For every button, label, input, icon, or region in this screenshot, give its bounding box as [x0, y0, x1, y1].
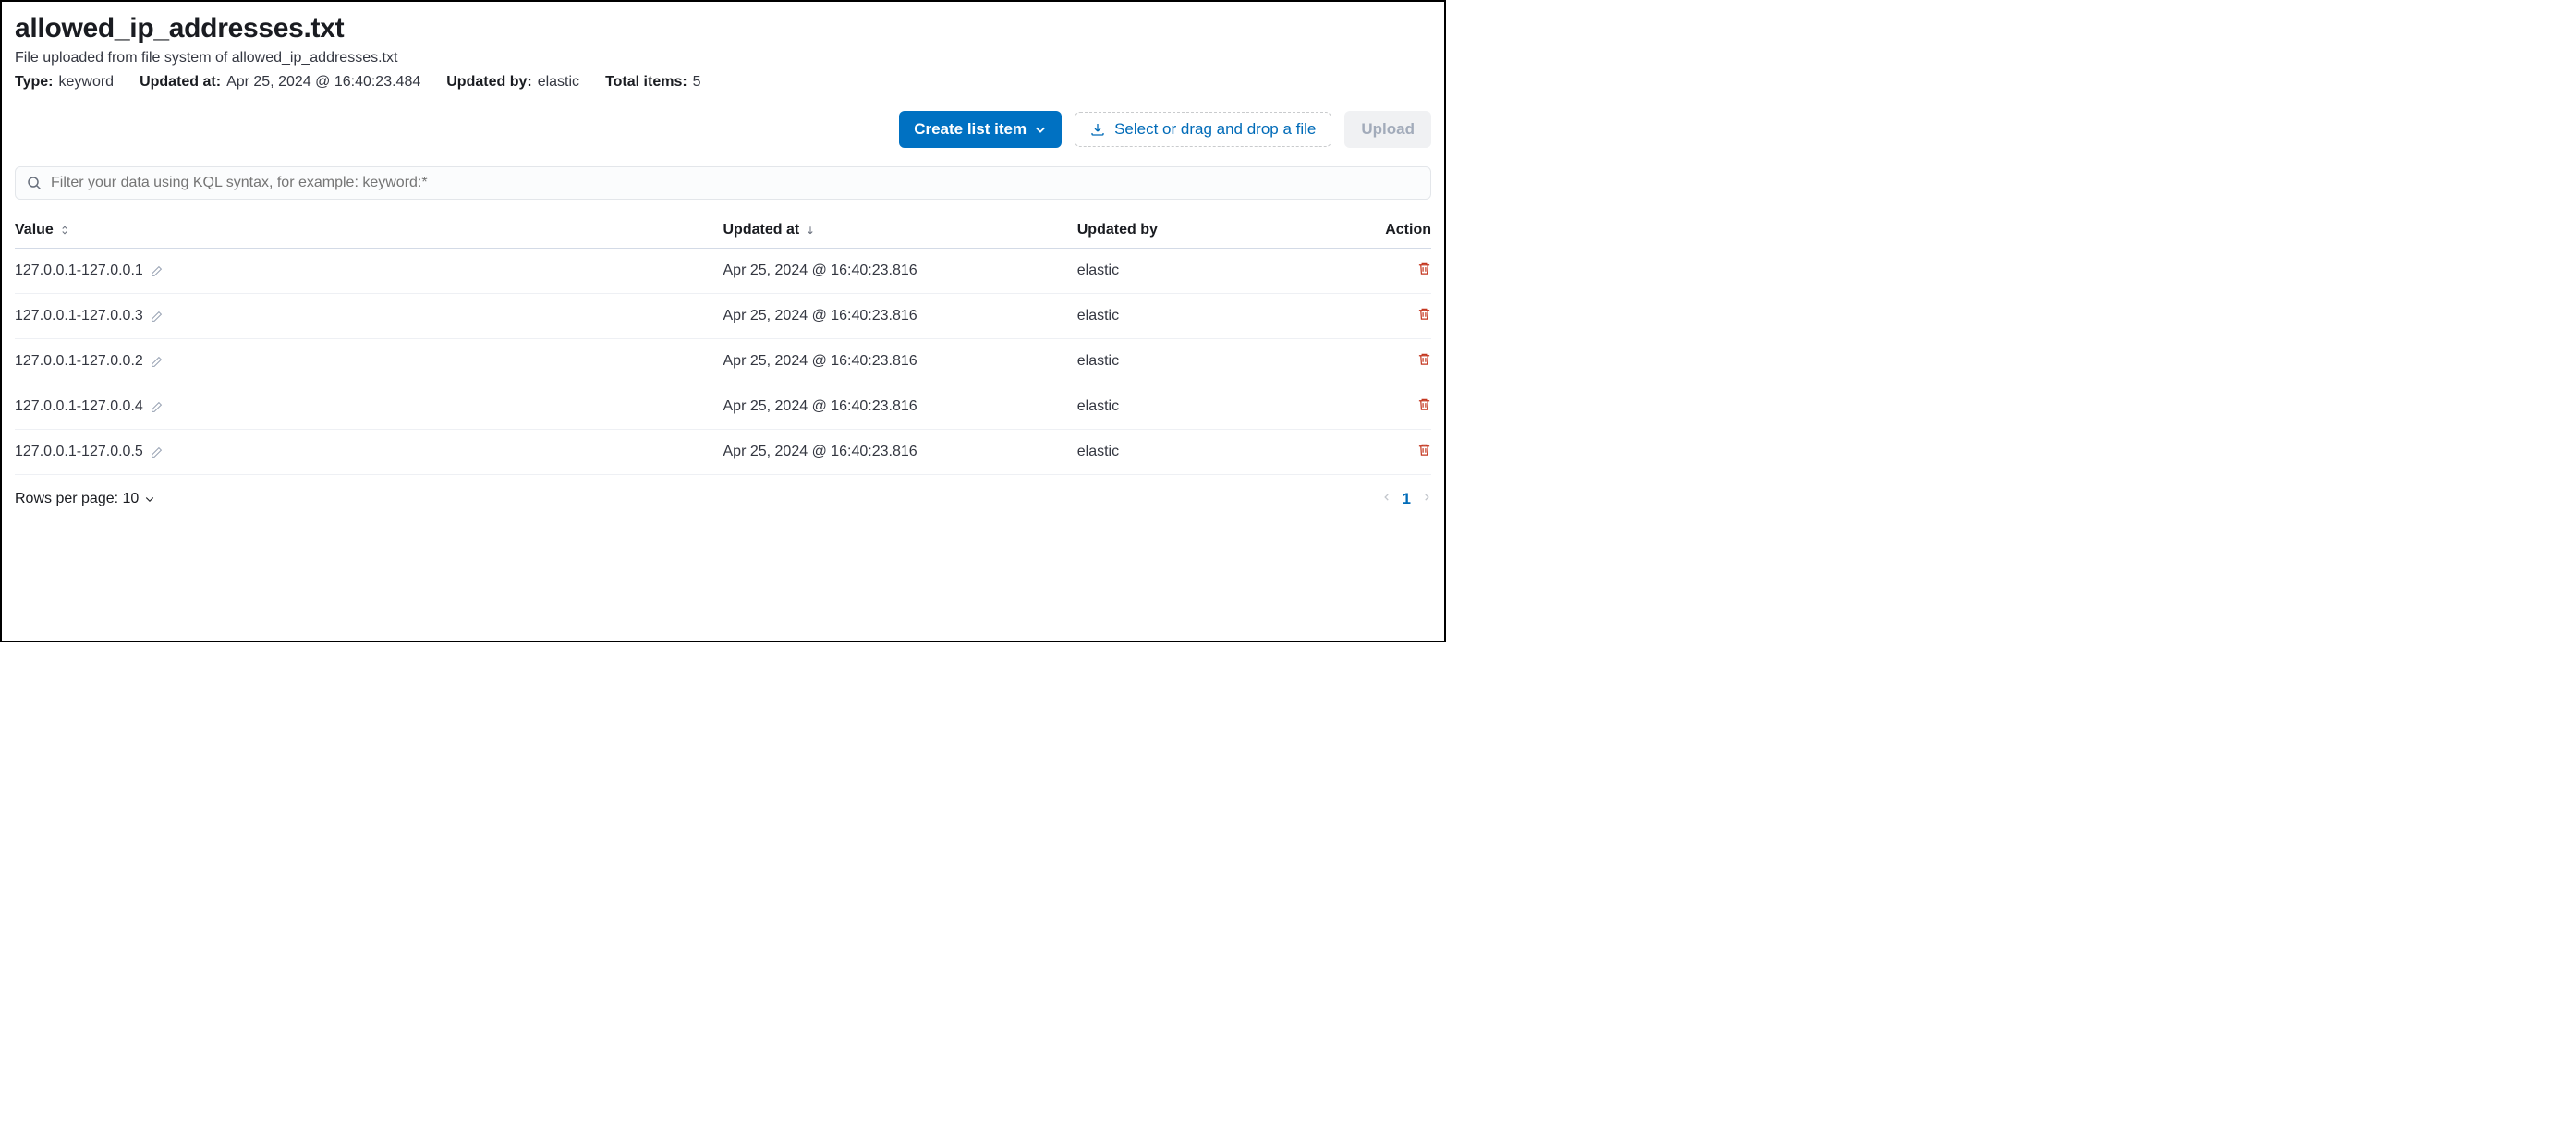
sort-desc-icon — [805, 225, 816, 236]
rows-per-page-selector[interactable]: Rows per page: 10 — [15, 491, 155, 507]
meta-updated-by-value: elastic — [538, 74, 579, 91]
table-footer: Rows per page: 10 1 — [15, 490, 1431, 508]
table-row: 127.0.0.1-127.0.0.5 Apr 25, 2024 @ 16:40:… — [15, 430, 1431, 475]
col-header-value-label: Value — [15, 222, 54, 238]
create-list-item-button[interactable]: Create list item — [899, 111, 1062, 148]
col-header-updated-by: Updated by — [1077, 214, 1332, 249]
cell-action — [1332, 384, 1431, 430]
search-icon — [27, 176, 42, 190]
cell-action — [1332, 339, 1431, 384]
meta-updated-by: Updated by: elastic — [446, 74, 579, 91]
search-input[interactable] — [51, 175, 1419, 191]
chevron-down-icon — [144, 494, 155, 505]
table-row: 127.0.0.1-127.0.0.1 Apr 25, 2024 @ 16:40:… — [15, 249, 1431, 294]
edit-icon[interactable] — [151, 401, 163, 413]
table-row: 127.0.0.1-127.0.0.4 Apr 25, 2024 @ 16:40:… — [15, 384, 1431, 430]
edit-icon[interactable] — [151, 446, 163, 458]
edit-icon[interactable] — [151, 265, 163, 277]
cell-value: 127.0.0.1-127.0.0.4 — [15, 398, 143, 415]
pagination: 1 — [1382, 490, 1431, 508]
meta-updated-at: Updated at: Apr 25, 2024 @ 16:40:23.484 — [140, 74, 420, 91]
cell-updated-by: elastic — [1077, 430, 1332, 475]
file-drop-label: Select or drag and drop a file — [1114, 120, 1316, 139]
cell-updated-at: Apr 25, 2024 @ 16:40:23.816 — [723, 249, 1077, 294]
next-page-button[interactable] — [1422, 491, 1431, 508]
upload-button[interactable]: Upload — [1344, 111, 1431, 148]
cell-updated-by: elastic — [1077, 249, 1332, 294]
cell-value: 127.0.0.1-127.0.0.1 — [15, 262, 143, 279]
meta-updated-at-value: Apr 25, 2024 @ 16:40:23.484 — [226, 74, 420, 91]
cell-updated-at: Apr 25, 2024 @ 16:40:23.816 — [723, 339, 1077, 384]
sort-both-icon — [59, 225, 70, 236]
cell-value: 127.0.0.1-127.0.0.3 — [15, 308, 143, 324]
table-row: 127.0.0.1-127.0.0.3 Apr 25, 2024 @ 16:40:… — [15, 294, 1431, 339]
meta-type-label: Type: — [15, 74, 53, 91]
search-bar[interactable] — [15, 166, 1431, 200]
cell-action — [1332, 249, 1431, 294]
cell-value: 127.0.0.1-127.0.0.5 — [15, 444, 143, 460]
cell-updated-at: Apr 25, 2024 @ 16:40:23.816 — [723, 430, 1077, 475]
rows-per-page-label: Rows per page: 10 — [15, 491, 139, 507]
file-drop-zone[interactable]: Select or drag and drop a file — [1075, 112, 1331, 147]
cell-action — [1332, 294, 1431, 339]
items-table: Value Updated at Updated by Action — [15, 214, 1431, 475]
edit-icon[interactable] — [151, 311, 163, 323]
cell-updated-by: elastic — [1077, 294, 1332, 339]
current-page[interactable]: 1 — [1403, 490, 1411, 508]
meta-updated-at-label: Updated at: — [140, 74, 221, 91]
col-header-action: Action — [1332, 214, 1431, 249]
cell-updated-at: Apr 25, 2024 @ 16:40:23.816 — [723, 384, 1077, 430]
meta-type-value: keyword — [58, 74, 114, 91]
import-icon — [1090, 122, 1105, 137]
chevron-down-icon — [1034, 123, 1047, 136]
meta-updated-by-label: Updated by: — [446, 74, 531, 91]
col-header-updated-by-label: Updated by — [1077, 222, 1158, 238]
cell-updated-by: elastic — [1077, 339, 1332, 384]
meta-total-items-label: Total items: — [605, 74, 687, 91]
edit-icon[interactable] — [151, 356, 163, 368]
prev-page-button[interactable] — [1382, 491, 1391, 508]
trash-icon[interactable] — [1417, 397, 1431, 411]
trash-icon[interactable] — [1417, 443, 1431, 457]
col-header-value[interactable]: Value — [15, 214, 723, 249]
cell-updated-at: Apr 25, 2024 @ 16:40:23.816 — [723, 294, 1077, 339]
col-header-action-label: Action — [1385, 222, 1431, 238]
cell-updated-by: elastic — [1077, 384, 1332, 430]
trash-icon[interactable] — [1417, 307, 1431, 321]
meta-type: Type: keyword — [15, 74, 114, 91]
table-row: 127.0.0.1-127.0.0.2 Apr 25, 2024 @ 16:40:… — [15, 339, 1431, 384]
meta-total-items: Total items: 5 — [605, 74, 701, 91]
page-subtitle: File uploaded from file system of allowe… — [15, 50, 1431, 67]
actions-row: Create list item Select or drag and drop… — [15, 111, 1431, 148]
meta-total-items-value: 5 — [693, 74, 701, 91]
cell-value: 127.0.0.1-127.0.0.2 — [15, 353, 143, 370]
trash-icon[interactable] — [1417, 262, 1431, 275]
value-list-modal: allowed_ip_addresses.txt File uploaded f… — [0, 0, 1446, 642]
cell-action — [1332, 430, 1431, 475]
col-header-updated-at-label: Updated at — [723, 222, 800, 238]
col-header-updated-at[interactable]: Updated at — [723, 214, 1077, 249]
create-list-item-label: Create list item — [914, 120, 1027, 139]
meta-row: Type: keyword Updated at: Apr 25, 2024 @… — [15, 74, 1431, 91]
trash-icon[interactable] — [1417, 352, 1431, 366]
page-title: allowed_ip_addresses.txt — [15, 13, 1431, 44]
